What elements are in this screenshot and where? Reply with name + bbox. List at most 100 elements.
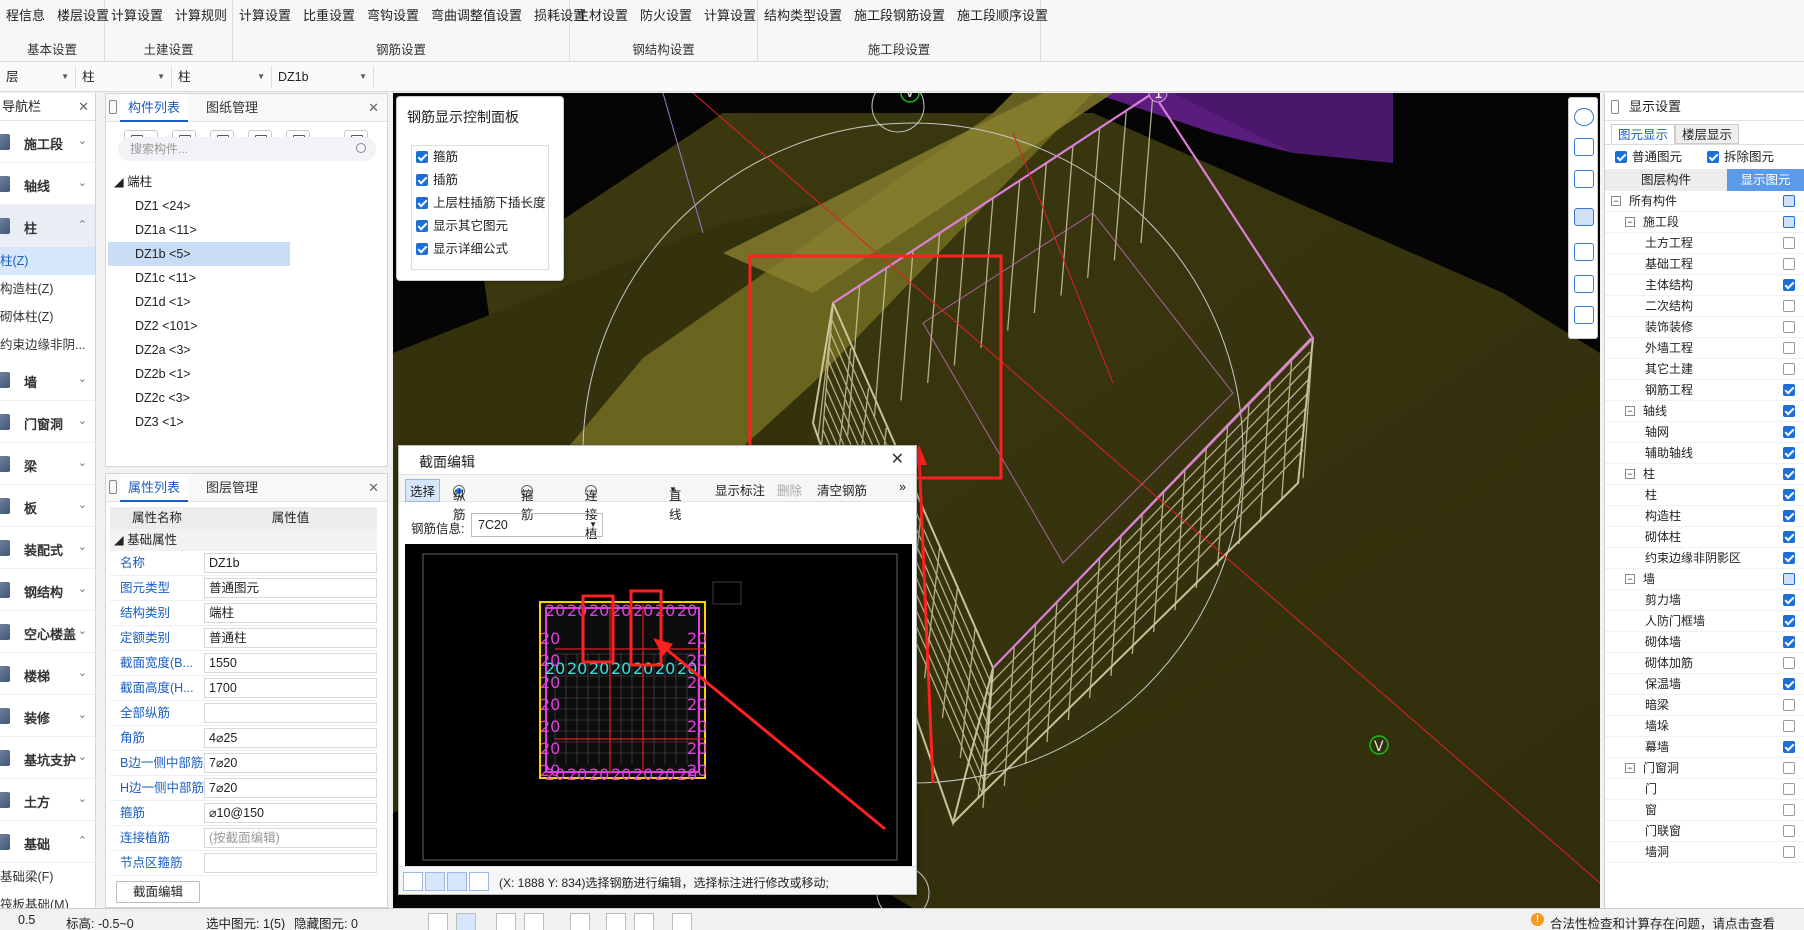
more-icon[interactable]: » xyxy=(899,480,906,494)
perspective-icon[interactable] xyxy=(1574,275,1594,293)
select-box-icon[interactable] xyxy=(456,913,476,930)
tree-leaf[interactable]: DZ1a <11> xyxy=(108,218,290,242)
display-tree-row[interactable]: 轴网 xyxy=(1605,422,1804,443)
nav-subitem[interactable]: 构造柱(Z) xyxy=(0,275,95,303)
nav-item[interactable]: 土方 ⌄ xyxy=(0,779,95,821)
pin-icon[interactable] xyxy=(109,100,117,114)
display-tree-row[interactable]: − 所有构件 xyxy=(1605,191,1804,212)
collapse-toggle-icon[interactable]: − xyxy=(1625,406,1635,416)
property-value-input[interactable] xyxy=(204,853,377,873)
ribbon-button[interactable]: 弯曲调整值设置 xyxy=(425,5,528,24)
display-checkbox[interactable] xyxy=(1783,279,1795,291)
nav-item[interactable]: 施工段 ⌄ xyxy=(0,121,95,163)
tree-leaf[interactable]: DZ2c <3> xyxy=(108,386,290,410)
display-checkbox[interactable] xyxy=(1783,552,1795,564)
display-checkbox[interactable] xyxy=(1783,489,1795,501)
nav-item[interactable]: 柱 ⌃ xyxy=(0,205,95,247)
normal-element-checkbox[interactable]: 普通图元 xyxy=(1615,145,1682,169)
close-icon[interactable]: ✕ xyxy=(78,93,89,121)
display-checkbox[interactable] xyxy=(1783,216,1795,228)
display-checkbox[interactable] xyxy=(1783,594,1795,606)
display-tree-row[interactable]: 二次结构 xyxy=(1605,296,1804,317)
display-tree-row[interactable]: 柱 xyxy=(1605,485,1804,506)
display-checkbox[interactable] xyxy=(1783,615,1795,627)
2d-view-icon[interactable] xyxy=(1574,138,1594,156)
property-value-input[interactable] xyxy=(204,703,377,723)
property-value-input[interactable]: (按截面编辑) xyxy=(204,828,377,848)
property-value-input[interactable]: ⌀10@150 xyxy=(204,803,377,823)
ribbon-button[interactable]: 防火设置 xyxy=(634,5,698,24)
property-value-input[interactable]: 7⌀20 xyxy=(204,778,377,798)
tab-element-display[interactable]: 图元显示 xyxy=(1611,124,1676,144)
display-checkbox[interactable] xyxy=(1783,195,1795,207)
ortho-icon[interactable] xyxy=(403,872,423,891)
display-checkbox[interactable] xyxy=(1783,657,1795,669)
display-checkbox[interactable] xyxy=(1783,321,1795,333)
display-checkbox[interactable] xyxy=(1783,258,1795,270)
display-tree-row[interactable]: 人防门框墙 xyxy=(1605,611,1804,632)
pin-icon[interactable] xyxy=(109,480,117,494)
display-tree-row[interactable]: 门 xyxy=(1605,779,1804,800)
type-selector[interactable]: 柱 ▼ xyxy=(172,66,272,88)
display-checkbox[interactable] xyxy=(1783,531,1795,543)
display-checkbox[interactable] xyxy=(1783,762,1795,774)
display-tree-row[interactable]: 主体结构 xyxy=(1605,275,1804,296)
tree-leaf[interactable]: DZ2a <3> xyxy=(108,338,290,362)
component-selector[interactable]: DZ1b ▼ xyxy=(272,66,374,88)
display-checkbox[interactable] xyxy=(1783,342,1795,354)
ribbon-button[interactable]: 主材设置 xyxy=(570,5,634,24)
ribbon-button[interactable]: 比重设置 xyxy=(297,5,361,24)
display-checkbox[interactable] xyxy=(1783,237,1795,249)
close-icon[interactable]: ✕ xyxy=(368,480,379,496)
floor-selector[interactable]: 层 ▼ xyxy=(0,66,76,88)
rebar-info-select[interactable]: 7C20 ▼ xyxy=(471,513,603,537)
display-tree-row[interactable]: 钢筋工程 xyxy=(1605,380,1804,401)
tab-floor-display[interactable]: 楼层显示 xyxy=(1675,124,1740,144)
clear-rebar-button[interactable]: 清空钢筋 xyxy=(817,480,867,499)
display-checkbox[interactable] xyxy=(1783,741,1795,753)
nav-item[interactable]: 楼梯 ⌄ xyxy=(0,653,95,695)
orbit-icon[interactable] xyxy=(1574,108,1594,126)
tab-drawing-management[interactable]: 图纸管理 xyxy=(198,94,266,122)
snap-icon[interactable] xyxy=(469,872,489,891)
ribbon-button[interactable]: 施工段钢筋设置 xyxy=(848,5,951,24)
nav-item[interactable]: 门窗洞 ⌄ xyxy=(0,401,95,443)
tree-root[interactable]: ◢ 端柱 xyxy=(106,170,387,194)
tree-leaf[interactable]: DZ2b <1> xyxy=(108,362,290,386)
collapse-toggle-icon[interactable]: − xyxy=(1625,763,1635,773)
property-group[interactable]: ◢ 基础属性 xyxy=(110,529,377,551)
collapse-toggle-icon[interactable]: − xyxy=(1611,196,1621,206)
tree-leaf[interactable]: DZ3 <1> xyxy=(108,410,290,434)
display-tree-row[interactable]: 土方工程 xyxy=(1605,233,1804,254)
section-canvas[interactable]: 20 20 20 20 20 20 20 20 20 20 20 20 20 20 20 20 20 20 20 20… xyxy=(405,544,912,866)
display-tree-row[interactable]: 约束边缘非阴影区 xyxy=(1605,548,1804,569)
display-tree-row[interactable]: 保温墙 xyxy=(1605,674,1804,695)
3d-view-icon[interactable] xyxy=(1574,170,1594,188)
display-tree-row[interactable]: 幕墙 xyxy=(1605,737,1804,758)
display-tree-row[interactable]: 门联窗 xyxy=(1605,821,1804,842)
property-value-input[interactable]: 端柱 xyxy=(204,603,377,623)
display-tree-row[interactable]: − 墙 xyxy=(1605,569,1804,590)
property-value-input[interactable]: 4⌀25 xyxy=(204,728,377,748)
nav-subitem[interactable]: 筏板基础(M) xyxy=(0,891,95,908)
display-checkbox[interactable] xyxy=(1783,699,1795,711)
tree-leaf[interactable]: DZ1c <11> xyxy=(108,266,290,290)
dimension-icon[interactable] xyxy=(606,913,626,930)
display-tree-row[interactable]: 辅助轴线 xyxy=(1605,443,1804,464)
display-tree-row[interactable]: 剪力墙 xyxy=(1605,590,1804,611)
display-checkbox[interactable] xyxy=(1783,405,1795,417)
display-tree-row[interactable]: 外墙工程 xyxy=(1605,338,1804,359)
display-checkbox[interactable] xyxy=(1783,447,1795,459)
collapse-toggle-icon[interactable]: − xyxy=(1625,469,1635,479)
nav-item[interactable]: 轴线 ⌄ xyxy=(0,163,95,205)
collapse-toggle-icon[interactable]: − xyxy=(1625,217,1635,227)
ribbon-button[interactable]: 程信息 xyxy=(0,5,51,24)
rebar-display-checkbox[interactable]: 箍筋 xyxy=(412,146,548,169)
ribbon-button[interactable]: 计算设置 xyxy=(233,5,297,24)
snap-icon[interactable] xyxy=(570,913,590,930)
close-icon[interactable]: ✕ xyxy=(891,449,904,469)
display-tree-row[interactable]: 砌体柱 xyxy=(1605,527,1804,548)
property-value-input[interactable]: DZ1b xyxy=(204,553,377,573)
property-value-input[interactable]: 1550 xyxy=(204,653,377,673)
rotate-icon[interactable] xyxy=(634,913,654,930)
